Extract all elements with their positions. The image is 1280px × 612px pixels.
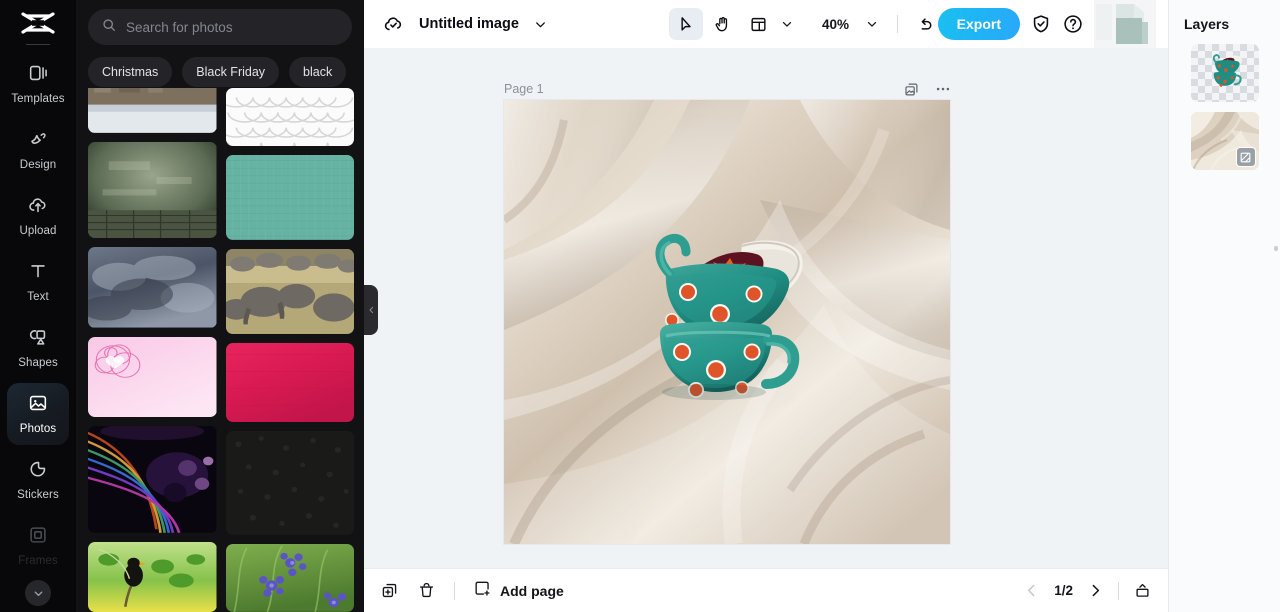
chip-christmas[interactable]: Christmas	[88, 57, 173, 87]
sidebar-item-photos[interactable]: Photos	[7, 383, 69, 445]
document-title[interactable]: Untitled image	[419, 16, 519, 32]
account-avatar[interactable]	[1094, 0, 1156, 48]
add-page-icon	[473, 579, 492, 603]
sidebar-item-design[interactable]: Design	[7, 119, 69, 181]
photo-thumb-white-scales[interactable]	[225, 88, 354, 147]
page-nav-divider	[1118, 581, 1119, 600]
photos-panel: Christmas Black Friday black	[76, 0, 364, 612]
sidebar-item-label: Shapes	[18, 357, 58, 370]
bottombar-divider	[454, 581, 455, 600]
layout-tool[interactable]	[741, 8, 775, 40]
canvas-tool-group: 40%	[669, 8, 974, 40]
layers-scrollbar[interactable]	[1274, 246, 1278, 251]
search-tag-chips: Christmas Black Friday black	[76, 45, 364, 91]
canvas-viewport[interactable]: Page 1	[364, 48, 1168, 568]
trash-icon[interactable]	[417, 581, 436, 600]
photo-thumb-fractal-lines[interactable]	[88, 426, 217, 533]
next-page-chevron-right-icon[interactable]	[1087, 582, 1104, 599]
sidebar-item-upload[interactable]: Upload	[7, 185, 69, 247]
undo-icon[interactable]	[916, 15, 935, 34]
photos-icon	[27, 392, 49, 419]
layers-title: Layers	[1184, 16, 1230, 32]
photo-thumb-teal-fabric[interactable]	[225, 155, 354, 241]
design-icon	[27, 128, 49, 155]
duplicate-page-icon[interactable]	[380, 581, 399, 600]
text-icon	[27, 260, 49, 287]
layer-item-mugs[interactable]	[1190, 44, 1259, 102]
sidebar-item-frames[interactable]: Frames	[7, 515, 69, 577]
photo-thumb-black-leather[interactable]	[225, 431, 354, 536]
page-artboard[interactable]	[504, 100, 950, 544]
more-horizontal-icon[interactable]	[934, 80, 952, 98]
page-header-actions	[903, 80, 952, 98]
photo-thumb-storm-clouds[interactable]	[88, 247, 217, 328]
photo-thumb-winter-town[interactable]	[88, 88, 217, 133]
cloud-saved-icon[interactable]	[382, 13, 405, 36]
stickers-icon	[27, 458, 49, 485]
layout-chevron-down-icon[interactable]	[780, 17, 794, 31]
sidebar-item-stickers[interactable]: Stickers	[7, 449, 69, 511]
sidebar-item-text[interactable]: Text	[7, 251, 69, 313]
shapes-icon	[27, 326, 49, 353]
sidebar-item-label: Frames	[18, 555, 58, 568]
page-navigation: 1/2	[1023, 581, 1152, 600]
page-header: Page 1	[504, 80, 952, 98]
templates-icon	[27, 62, 49, 89]
app-root: Templates Design Upload Text Shapes Phot…	[0, 0, 1280, 612]
shield-check-icon[interactable]	[1030, 13, 1052, 35]
sidebar-item-label: Upload	[19, 225, 57, 238]
layers-panel: Layers	[1168, 0, 1280, 612]
rail-divider	[26, 44, 50, 45]
background-badge-icon	[1235, 147, 1256, 167]
left-rail: Templates Design Upload Text Shapes Phot…	[0, 0, 76, 612]
frames-icon	[27, 524, 49, 551]
select-tool[interactable]	[669, 8, 703, 40]
panel-collapse-handle[interactable]	[364, 285, 378, 335]
capcut-logo-icon[interactable]	[16, 6, 60, 40]
help-circle-icon[interactable]	[1062, 13, 1084, 35]
sidebar-item-label: Design	[19, 159, 57, 172]
photo-thumb-crimson-paper[interactable]	[225, 343, 354, 423]
photo-thumb-elephants[interactable]	[225, 249, 354, 335]
photo-thumb-blackbird[interactable]	[88, 541, 217, 612]
photo-grid-column-right	[225, 88, 354, 612]
sidebar-item-label: Photos	[19, 423, 57, 436]
document-title-chevron-down-icon[interactable]	[533, 17, 548, 32]
zoom-level[interactable]: 40%	[822, 17, 849, 32]
photo-thumb-pink-hearts[interactable]	[88, 336, 217, 418]
export-upload-icon[interactable]	[1133, 581, 1152, 600]
sidebar-item-label: Text	[27, 291, 49, 304]
chip-black[interactable]: black	[289, 57, 347, 87]
bottom-toolbar: Add page 1/2	[364, 568, 1168, 612]
sidebar-item-label: Templates	[11, 93, 65, 106]
chevron-down-icon[interactable]	[25, 580, 51, 606]
search-input[interactable]	[126, 19, 339, 35]
add-page-label: Add page	[500, 582, 564, 599]
photo-grid[interactable]	[88, 88, 354, 612]
upload-cloud-icon	[27, 194, 49, 221]
search-input-wrapper[interactable]	[88, 9, 352, 45]
duplicate-page-icon[interactable]	[903, 81, 920, 98]
page-indicator: 1/2	[1054, 583, 1073, 598]
add-page-button[interactable]: Add page	[473, 579, 564, 603]
sidebar-item-label: Stickers	[17, 489, 59, 502]
photo-thumb-blue-flowers[interactable]	[225, 544, 354, 612]
photo-grid-column-left	[88, 88, 217, 612]
toolbar-divider	[897, 15, 899, 33]
chip-black-friday[interactable]: Black Friday	[182, 57, 280, 87]
layer-item-fabric[interactable]	[1190, 112, 1259, 170]
sidebar-item-templates[interactable]: Templates	[7, 53, 69, 115]
search-icon	[101, 17, 117, 38]
main-area: Untitled image 40% Export Page 1 Add pag…	[364, 0, 1168, 612]
bottom-left-actions: Add page	[380, 579, 564, 603]
page-label: Page 1	[504, 82, 544, 96]
zoom-chevron-down-icon[interactable]	[865, 17, 879, 31]
hand-tool[interactable]	[705, 8, 739, 40]
top-toolbar: Untitled image 40% Export	[364, 0, 1168, 48]
prev-page-chevron-left-icon[interactable]	[1023, 582, 1040, 599]
export-button[interactable]: Export	[937, 8, 1020, 40]
sidebar-item-shapes[interactable]: Shapes	[7, 317, 69, 379]
topbar-right-group: Export	[937, 0, 1156, 48]
photo-thumb-grunge-wall[interactable]	[88, 141, 217, 239]
